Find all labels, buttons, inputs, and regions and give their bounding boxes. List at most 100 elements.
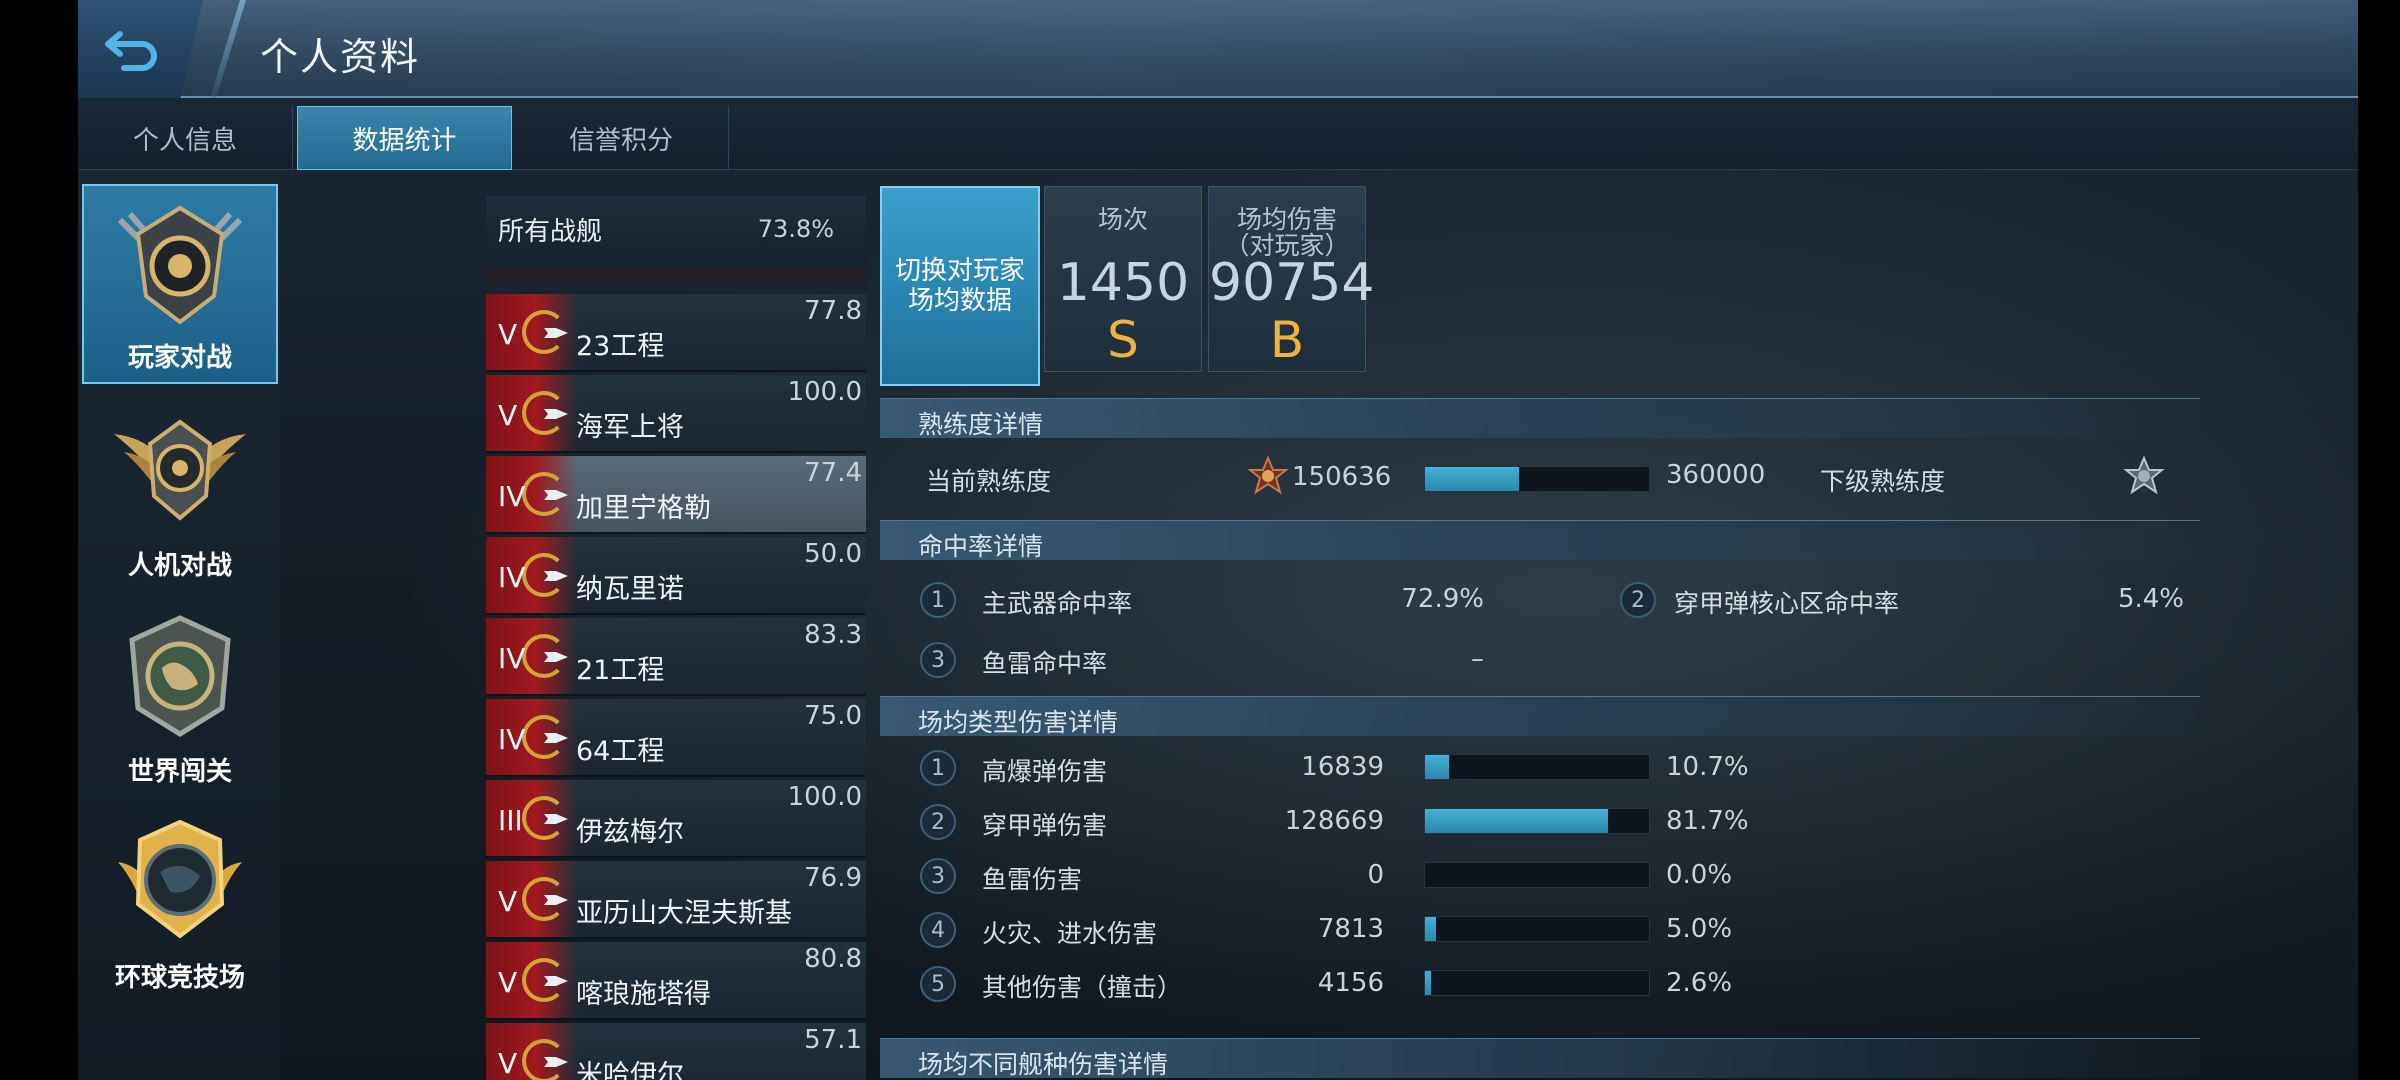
damage-share-bar <box>1424 916 1650 942</box>
ship-name: 64工程 <box>576 736 665 767</box>
avg-damage-grade: B <box>1269 311 1305 369</box>
damage-share-bar <box>1424 808 1650 834</box>
proficiency-progress-fill <box>1425 467 1519 491</box>
damage-type-label: 鱼雷伤害 <box>982 865 1083 894</box>
battleship-type-icon <box>544 895 568 905</box>
ship-tier: V <box>498 885 518 918</box>
ship-win-rate: 100.0 <box>787 782 862 812</box>
ship-row[interactable]: V 米哈伊尔 57.1 <box>486 1023 866 1080</box>
mode-rail: 玩家对战 人机对战 世界闯关 环球竞技场 <box>78 180 280 1080</box>
damage-type-label: 其他伤害（撞击） <box>982 973 1183 1002</box>
ship-tier: V <box>498 1047 518 1080</box>
ship-tier: IV <box>498 480 526 513</box>
battleship-type-icon <box>544 409 568 419</box>
hit-rate-label: 穿甲弹核心区命中率 <box>1674 589 1900 618</box>
tab-data-statistics[interactable]: 数据统计 <box>297 106 512 170</box>
damage-type-value: 16839 <box>1301 752 1384 782</box>
ship-name: 23工程 <box>576 331 665 362</box>
battleship-type-icon <box>544 814 568 824</box>
next-proficiency-value: 360000 <box>1666 460 1766 490</box>
mode-pvp[interactable]: 玩家对战 <box>82 184 278 384</box>
ship-name: 海军上将 <box>576 412 684 443</box>
mode-label: 世界闯关 <box>127 757 232 787</box>
ship-row[interactable]: V 23工程 77.8 <box>486 294 866 372</box>
damage-share-fill <box>1425 755 1449 779</box>
damage-index-badge: 4 <box>920 912 956 948</box>
damage-type-value: 0 <box>1367 860 1384 890</box>
ship-win-rate: 100.0 <box>787 377 862 407</box>
battles-grade: S <box>1107 311 1139 369</box>
damage-index-badge: 3 <box>920 858 956 894</box>
ship-row[interactable]: IV 21工程 83.3 <box>486 618 866 696</box>
hit-rate-label: 鱼雷命中率 <box>982 649 1108 678</box>
arena-emblem-icon <box>118 819 242 939</box>
mode-arena[interactable]: 环球竞技场 <box>82 802 278 1002</box>
section-title: 命中率详情 <box>918 532 1044 561</box>
hit-rate-index-badge: 1 <box>920 582 956 618</box>
ship-name: 喀琅施塔得 <box>576 979 711 1010</box>
tab-personal-info[interactable]: 个人信息 <box>78 106 293 170</box>
world-emblem-icon <box>129 615 231 737</box>
header-bar: 个人资料 <box>78 0 2358 98</box>
ship-win-rate: 77.8 <box>804 296 862 326</box>
damage-type-percent: 5.0% <box>1666 914 1733 944</box>
damage-type-value: 128669 <box>1284 806 1384 836</box>
damage-type-section-header: 场均类型伤害详情 <box>880 696 2200 737</box>
section-title: 场均类型伤害详情 <box>918 708 1119 737</box>
mode-pve[interactable]: 人机对战 <box>82 390 278 590</box>
battleship-type-icon <box>544 652 568 662</box>
ship-name: 21工程 <box>576 655 665 686</box>
damage-index-badge: 2 <box>920 804 956 840</box>
tab-credit-points[interactable]: 信誉积分 <box>514 106 729 170</box>
next-rank-icon <box>2123 456 2165 495</box>
ship-list-header[interactable]: 所有战舰 73.8% <box>486 196 866 262</box>
pve-emblem-icon <box>114 419 246 521</box>
avg-damage-value: 90754 <box>1209 253 1375 313</box>
section-title: 熟练度详情 <box>918 410 1044 439</box>
ship-row[interactable]: III 伊兹梅尔 100.0 <box>486 780 866 858</box>
ship-row[interactable]: V 亚历山大涅夫斯基 76.9 <box>486 861 866 939</box>
damage-index-badge: 5 <box>920 966 956 1002</box>
ship-tier: IV <box>498 561 526 594</box>
switch-pvp-average-button[interactable]: 切换对玩家场均数据 <box>880 186 1040 386</box>
ship-tier: V <box>498 318 518 351</box>
ship-name: 加里宁格勒 <box>576 493 711 524</box>
screen-bezel-left <box>0 0 78 1080</box>
ship-win-rate: 83.3 <box>804 620 862 650</box>
mode-world[interactable]: 世界闯关 <box>82 596 278 796</box>
avg-damage-label: 场均伤害 （对玩家） <box>1224 205 1350 260</box>
proficiency-section-header: 熟练度详情 <box>880 398 2200 439</box>
damage-index-badge: 1 <box>920 750 956 786</box>
ship-row[interactable]: IV 加里宁格勒 77.4 <box>486 456 866 534</box>
ship-win-rate: 76.9 <box>804 863 862 893</box>
screen-bezel-right <box>2358 0 2400 1080</box>
mode-label: 玩家对战 <box>127 343 232 373</box>
proficiency-rank-icon <box>1247 456 1289 495</box>
damage-type-label: 火灾、进水伤害 <box>982 919 1158 948</box>
ship-tier: V <box>498 399 518 432</box>
ship-name: 米哈伊尔 <box>576 1060 684 1080</box>
battleship-type-icon <box>544 1057 568 1067</box>
proficiency-progress-bar <box>1424 466 1650 492</box>
battleship-type-icon <box>544 328 568 338</box>
damage-share-bar <box>1424 970 1650 996</box>
hit-rate-section-header: 命中率详情 <box>880 520 2200 561</box>
ship-row[interactable]: V 喀琅施塔得 80.8 <box>486 942 866 1020</box>
page-title: 个人资料 <box>260 35 421 79</box>
avg-damage-stat: 场均伤害 （对玩家） 90754 B <box>1208 186 1375 372</box>
hit-rate-value: – <box>1471 644 1484 674</box>
ship-name: 亚历山大涅夫斯基 <box>576 898 792 929</box>
ship-list[interactable]: V 23工程 77.8 V 海军上将 100.0 IV 加里宁格勒 77.4 IV 纳瓦里诺 50.0… <box>486 270 866 1080</box>
damage-type-value: 7813 <box>1317 914 1384 944</box>
ship-row[interactable]: IV 纳瓦里诺 50.0 <box>486 537 866 615</box>
ship-tier: V <box>498 966 518 999</box>
ship-tier: III <box>498 804 523 837</box>
battleship-type-icon <box>544 571 568 581</box>
ship-name: 纳瓦里诺 <box>576 574 684 605</box>
ship-row[interactable]: IV 64工程 75.0 <box>486 699 866 777</box>
hit-rate-value: 72.9% <box>1401 584 1484 614</box>
ship-row[interactable]: V 海军上将 100.0 <box>486 375 866 453</box>
app-window: 个人资料 个人信息 数据统计 信誉积分 玩家对战 人机对战 世界闯关 环球竞技场… <box>78 0 2358 1080</box>
damage-type-value: 4156 <box>1317 968 1384 998</box>
damage-share-fill <box>1425 917 1437 941</box>
